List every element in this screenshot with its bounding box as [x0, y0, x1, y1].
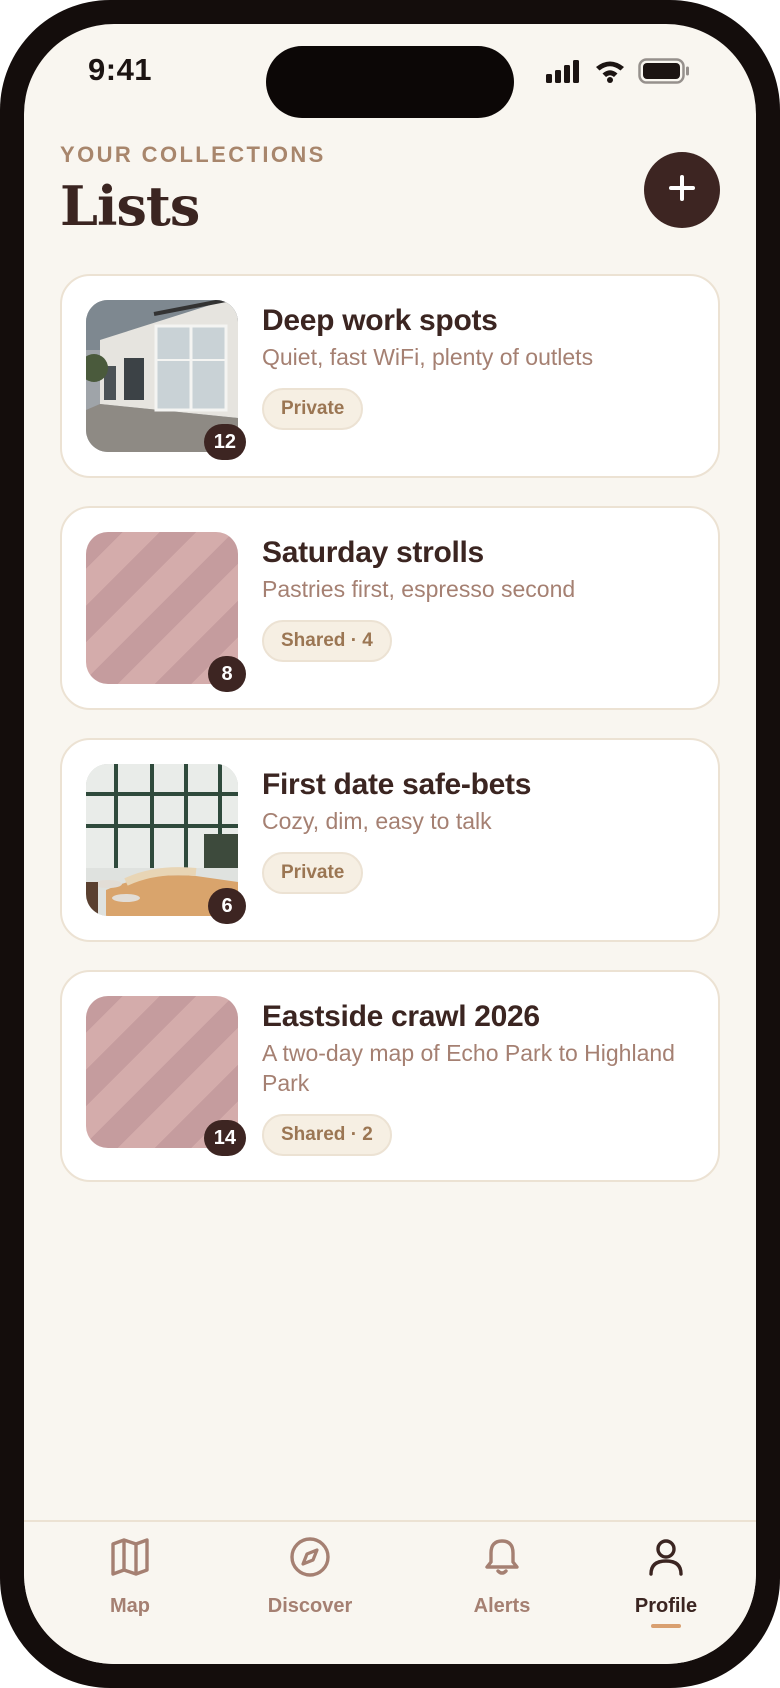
map-icon	[109, 1536, 151, 1583]
list-card[interactable]: 6 First date safe-bets Cozy, dim, easy t…	[60, 738, 720, 942]
list-description: Quiet, fast WiFi, plenty of outlets	[262, 344, 594, 370]
cellular-signal-icon	[546, 59, 582, 88]
list-thumbnail: 14	[86, 996, 246, 1156]
list-title: Saturday strolls	[262, 536, 484, 569]
list-description: Cozy, dim, easy to talk	[262, 808, 492, 834]
list-card-body: Deep work spots Quiet, fast WiFi, plenty…	[262, 300, 694, 452]
list-card[interactable]: 8 Saturday strolls Pastries first, espre…	[60, 506, 720, 710]
plus-icon	[666, 172, 698, 209]
visibility-badge: Private	[262, 852, 364, 894]
tab-label: Alerts	[473, 1595, 531, 1617]
battery-icon	[638, 58, 690, 89]
visibility-badge: Private	[262, 388, 364, 430]
list-thumbnail: 6	[86, 764, 246, 924]
place-count-badge: 6	[208, 888, 246, 924]
dynamic-island	[266, 46, 514, 118]
place-count-badge: 8	[208, 656, 246, 692]
section-eyebrow: YOUR COLLECTIONS	[60, 142, 326, 167]
list-thumbnail: 8	[86, 532, 246, 692]
list-card[interactable]: 12 Deep work spots Quiet, fast WiFi, ple…	[60, 274, 720, 478]
visibility-badge: Shared · 4	[262, 620, 392, 662]
bell-icon	[481, 1536, 523, 1583]
tab-discover[interactable]: Discover	[230, 1536, 390, 1618]
list-thumbnail: 12	[86, 300, 246, 460]
list-title: First date safe-bets	[262, 768, 532, 801]
tab-alerts[interactable]: Alerts	[422, 1536, 582, 1618]
person-icon	[645, 1536, 687, 1583]
place-count-badge: 14	[203, 1120, 246, 1156]
tab-bar: Map Discover Alerts Profile	[24, 1520, 756, 1664]
list-title: Eastside crawl 2026	[262, 1000, 540, 1033]
add-list-button[interactable]	[644, 152, 720, 228]
place-count-badge: 12	[203, 424, 246, 460]
phone-frame: 9:41 YOUR COLLECTIONS Lists 12 Deep work…	[0, 0, 780, 1688]
tab-label: Map	[110, 1595, 150, 1617]
status-icons	[546, 58, 690, 89]
page-title: Lists	[60, 174, 200, 238]
list-card-body: Saturday strolls Pastries first, espress…	[262, 532, 694, 684]
list-card[interactable]: 14 Eastside crawl 2026 A two-day map of …	[60, 970, 720, 1182]
list-title: Deep work spots	[262, 304, 498, 337]
wifi-icon	[594, 59, 626, 88]
tab-map[interactable]: Map	[50, 1536, 210, 1618]
tab-label: Profile	[634, 1595, 698, 1617]
list-card-body: First date safe-bets Cozy, dim, easy to …	[262, 764, 694, 916]
tab-profile[interactable]: Profile	[586, 1536, 746, 1628]
active-tab-indicator	[651, 1624, 681, 1628]
tab-label: Discover	[267, 1595, 353, 1617]
visibility-badge: Shared · 2	[262, 1114, 392, 1156]
compass-icon	[289, 1536, 331, 1583]
status-time: 9:41	[88, 52, 153, 87]
list-description: Pastries first, espresso second	[262, 576, 576, 602]
screen: 9:41 YOUR COLLECTIONS Lists 12 Deep work…	[24, 24, 756, 1664]
list-card-body: Eastside crawl 2026 A two-day map of Ech…	[262, 996, 694, 1156]
collections-list: 12 Deep work spots Quiet, fast WiFi, ple…	[60, 274, 720, 1210]
list-description: A two-day map of Echo Park to Highland P…	[262, 1040, 675, 1096]
